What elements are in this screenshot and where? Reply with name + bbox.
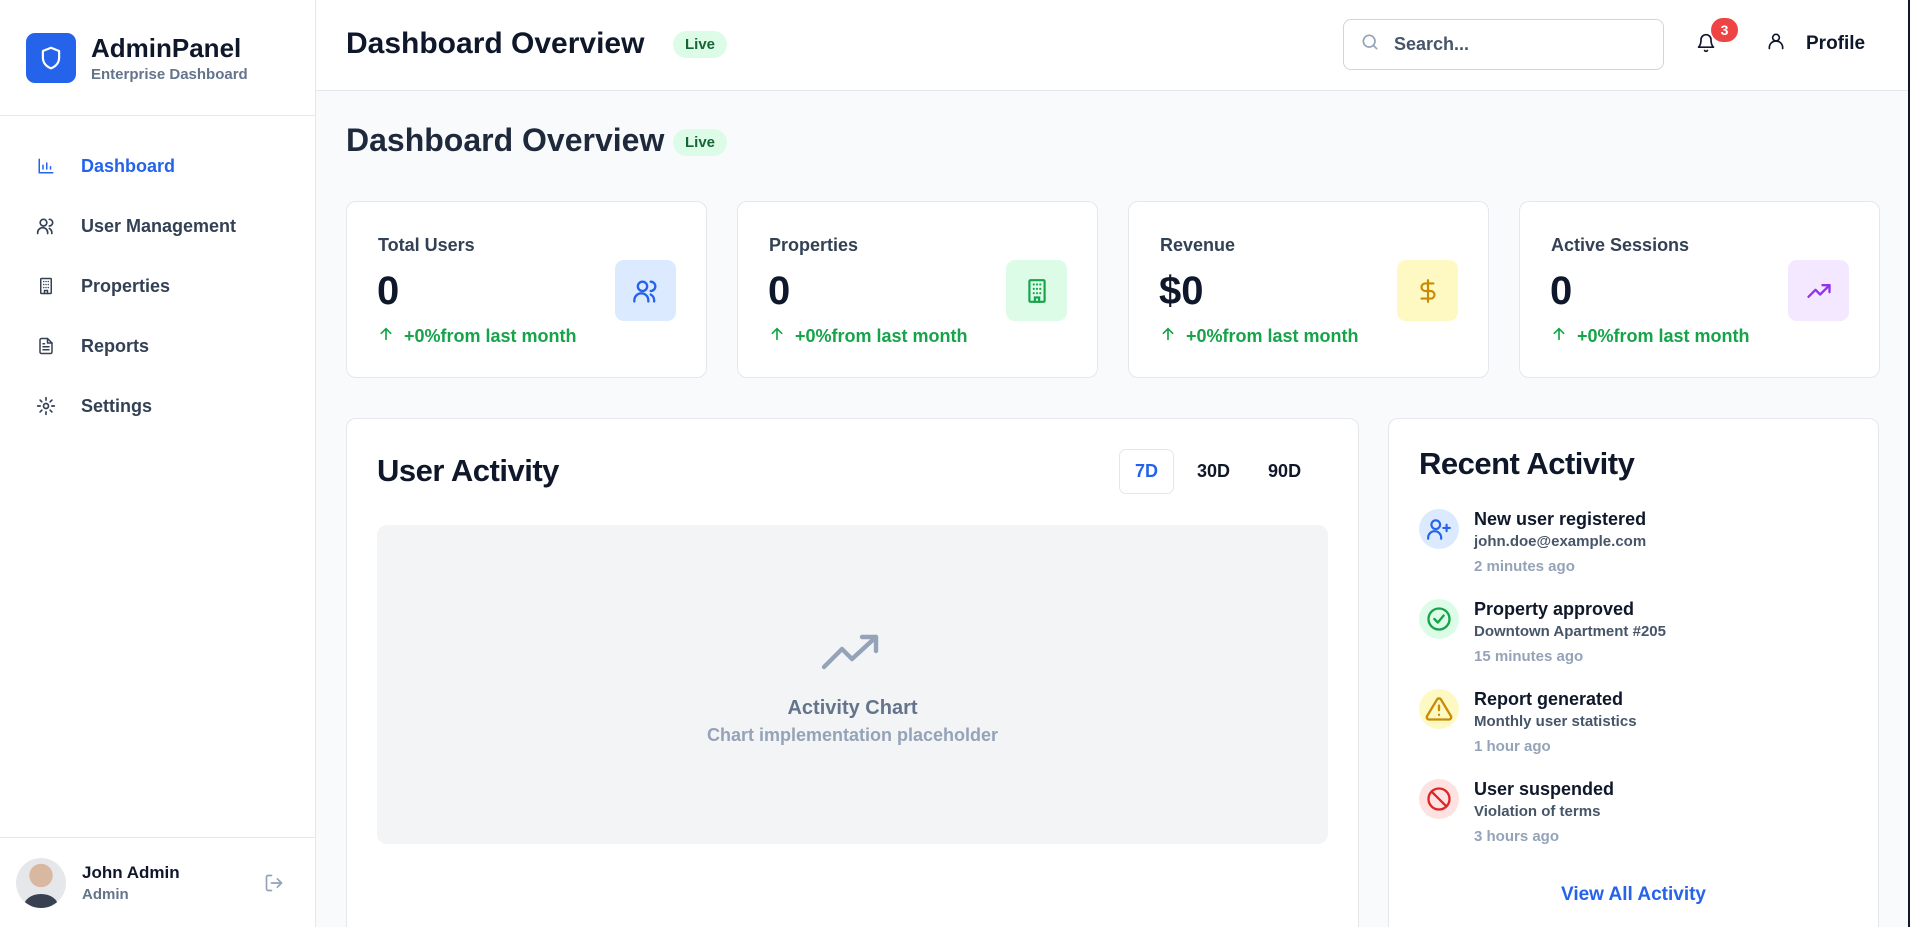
activity-title: Report generated	[1474, 689, 1624, 709]
stat-value: 0	[1550, 269, 1573, 313]
stat-label: Properties	[769, 235, 859, 255]
logout-icon[interactable]	[264, 873, 284, 898]
users-icon	[615, 260, 676, 321]
stat-change: +0%from last month	[378, 326, 577, 347]
user-activity-title: User Activity	[377, 453, 559, 488]
brand-title: AdminPanel	[91, 32, 242, 63]
activity-desc: Monthly user statistics	[1474, 713, 1637, 730]
sidebar-item-dashboard[interactable]: Dashboard	[0, 136, 315, 196]
brand-subtitle: Enterprise Dashboard	[91, 65, 248, 83]
range-7d-button[interactable]: 7D	[1119, 449, 1175, 494]
activity-time: 1 hour ago	[1474, 738, 1551, 755]
sidebar-item-user-management[interactable]: User Management	[0, 196, 315, 256]
current-user: John Admin Admin	[0, 837, 315, 927]
activity-time: 2 minutes ago	[1474, 558, 1575, 575]
top-header: Dashboard Overview Live 3 Profile	[316, 0, 1910, 91]
activity-desc: Downtown Apartment #205	[1474, 623, 1666, 640]
activity-time: 3 hours ago	[1474, 828, 1560, 845]
stat-value: 0	[377, 269, 400, 313]
sidebar-nav: Dashboard User Management Properties Rep…	[0, 116, 315, 436]
list-item[interactable]: User suspended Violation of terms 3 hour…	[1419, 779, 1859, 859]
stat-card-properties: Properties 0 +0%from last month	[737, 201, 1098, 378]
activity-time: 15 minutes ago	[1474, 648, 1584, 665]
stat-label: Total Users	[378, 235, 475, 255]
trending-up-icon	[1788, 260, 1849, 321]
stat-card-total-users: Total Users 0 +0%from last month	[346, 201, 707, 378]
sidebar-item-label: Reports	[81, 335, 150, 356]
activity-title: New user registered	[1474, 509, 1647, 529]
recent-activity-title: Recent Activity	[1419, 446, 1635, 481]
avatar	[16, 857, 66, 908]
activity-title: User suspended	[1474, 779, 1615, 799]
trending-up-icon	[820, 633, 884, 678]
notification-count-badge: 3	[1711, 18, 1738, 42]
file-text-icon	[36, 336, 56, 356]
page-live-badge: Live	[673, 129, 728, 156]
sidebar-item-label: Dashboard	[81, 155, 176, 176]
range-90d-button[interactable]: 90D	[1253, 449, 1316, 494]
check-circle-icon	[1419, 599, 1459, 639]
range-30d-button[interactable]: 30D	[1182, 449, 1245, 494]
dollar-icon	[1397, 260, 1458, 321]
stat-change: +0%from last month	[1160, 326, 1359, 347]
arrow-up-icon	[769, 326, 785, 347]
stat-change-text: +0%from last month	[404, 326, 577, 346]
list-item[interactable]: New user registered john.doe@example.com…	[1419, 509, 1859, 589]
activity-desc: john.doe@example.com	[1474, 533, 1647, 550]
chart-title: Activity Chart	[787, 697, 918, 719]
search-icon	[1360, 32, 1380, 57]
stat-card-revenue: Revenue $0 +0%from last month	[1128, 201, 1489, 378]
sidebar-item-settings[interactable]: Settings	[0, 376, 315, 436]
chart-subtitle: Chart implementation placeholder	[706, 725, 999, 745]
list-item[interactable]: Report generated Monthly user statistics…	[1419, 689, 1859, 769]
stat-value: $0	[1159, 269, 1204, 313]
activity-title: Property approved	[1474, 599, 1635, 619]
stat-change: +0%from last month	[769, 326, 968, 347]
stat-label: Revenue	[1160, 235, 1236, 255]
profile-label: Profile	[1806, 32, 1866, 54]
bar-chart-icon	[36, 156, 56, 176]
sidebar-item-label: User Management	[81, 215, 237, 236]
search-box[interactable]	[1343, 19, 1664, 70]
arrow-up-icon	[378, 326, 394, 347]
stat-change-text: +0%from last month	[795, 326, 968, 346]
stat-label: Active Sessions	[1551, 235, 1690, 255]
building-icon	[1006, 260, 1067, 321]
sidebar-item-properties[interactable]: Properties	[0, 256, 315, 316]
search-input[interactable]	[1394, 34, 1634, 55]
list-item[interactable]: Property approved Downtown Apartment #20…	[1419, 599, 1859, 679]
live-badge: Live	[673, 31, 728, 58]
sidebar-item-label: Settings	[81, 395, 153, 416]
warning-icon	[1419, 689, 1459, 729]
user-activity-panel: User Activity 7D 30D 90D Activity Chart …	[346, 418, 1359, 927]
sidebar-item-label: Properties	[81, 275, 171, 296]
users-icon	[36, 216, 56, 236]
ban-icon	[1419, 779, 1459, 819]
arrow-up-icon	[1160, 326, 1176, 347]
header-title: Dashboard Overview	[346, 27, 645, 60]
stat-value: 0	[768, 269, 791, 313]
recent-activity-panel: Recent Activity New user registered john…	[1388, 418, 1879, 927]
stat-change-text: +0%from last month	[1186, 326, 1359, 346]
stat-card-active-sessions: Active Sessions 0 +0%from last month	[1519, 201, 1880, 378]
sidebar-item-reports[interactable]: Reports	[0, 316, 315, 376]
arrow-up-icon	[1551, 326, 1567, 347]
profile-button[interactable]: Profile	[1766, 31, 1865, 56]
user-icon	[1766, 31, 1786, 56]
activity-desc: Violation of terms	[1474, 803, 1601, 820]
brand: AdminPanel Enterprise Dashboard	[0, 0, 315, 116]
view-all-activity-link[interactable]: View All Activity	[1389, 884, 1878, 906]
sidebar: AdminPanel Enterprise Dashboard Dashboar…	[0, 0, 316, 927]
range-selector: 7D 30D 90D	[1119, 449, 1324, 494]
building-icon	[36, 276, 56, 296]
user-plus-icon	[1419, 509, 1459, 549]
stat-change: +0%from last month	[1551, 326, 1750, 347]
shield-icon	[26, 32, 76, 83]
user-name: John Admin	[82, 862, 180, 882]
page-title: Dashboard Overview	[346, 122, 665, 158]
user-role: Admin	[82, 885, 129, 903]
activity-chart-placeholder: Activity Chart Chart implementation plac…	[377, 525, 1328, 844]
stat-change-text: +0%from last month	[1577, 326, 1750, 346]
gear-icon	[36, 396, 56, 416]
